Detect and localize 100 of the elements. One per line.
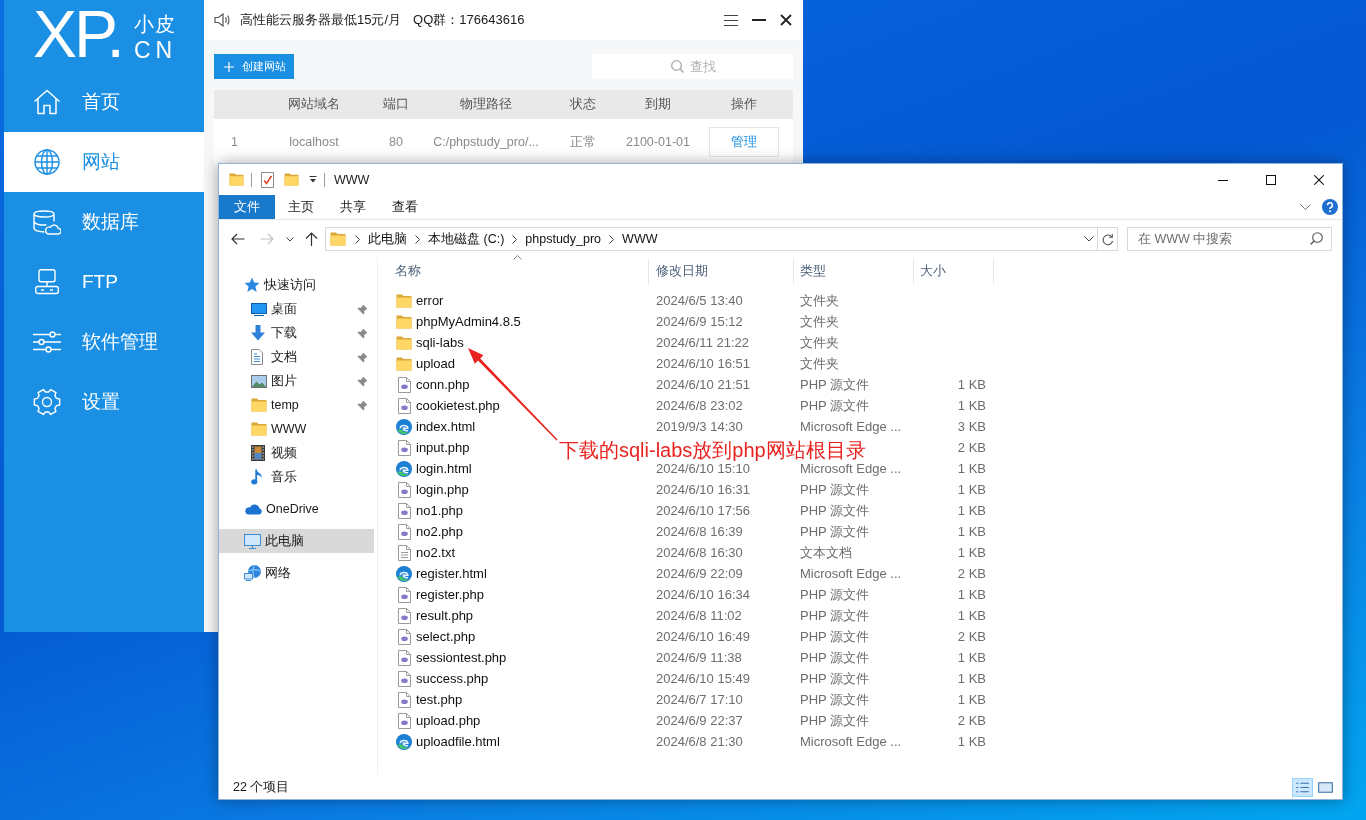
modified-date: 2024/6/10 17:56 (655, 503, 750, 518)
nav-pane-item[interactable]: 桌面 (219, 297, 374, 321)
search-field[interactable]: 查找 (592, 54, 793, 79)
file-size: 2 KB (957, 566, 987, 581)
menu-icon[interactable] (724, 14, 738, 26)
chevron-right-icon[interactable] (415, 234, 420, 244)
up-arrow-icon[interactable] (305, 232, 318, 246)
file-type: 文本文档 (799, 543, 852, 562)
file-name[interactable]: error (416, 293, 444, 308)
chevron-down-icon[interactable] (1300, 204, 1311, 210)
nav-pane-item[interactable]: temp (219, 393, 374, 417)
file-name[interactable]: no1.php (416, 503, 463, 518)
file-name[interactable]: upload.php (416, 713, 481, 728)
column-header: 物理路径 (460, 96, 512, 113)
picture-icon (251, 374, 267, 388)
file-type: PHP 源文件 (799, 522, 870, 541)
file-name[interactable]: login.php (416, 482, 469, 497)
nav-pane-item[interactable]: 图片 (219, 369, 374, 393)
nav-item[interactable]: 网站 (4, 132, 204, 192)
nav-pane-item[interactable]: 下载 (219, 321, 374, 345)
table-cell: 2100-01-01 (626, 135, 690, 149)
chevron-right-icon[interactable] (355, 234, 360, 244)
file-type: PHP 源文件 (799, 501, 870, 520)
folder-icon (396, 314, 412, 329)
file-name[interactable]: upload (416, 356, 456, 371)
address-bar[interactable]: 此电脑 本地磁盘 (C:) phpstudy_pro WWW (325, 227, 1098, 251)
chevron-right-icon[interactable] (609, 234, 615, 244)
file-name[interactable]: phpMyAdmin4.8.5 (416, 314, 521, 329)
php-file-icon (398, 607, 411, 624)
breadcrumb-item[interactable]: phpstudy_pro (525, 232, 602, 246)
php-file-icon (398, 586, 411, 603)
close-icon[interactable] (780, 14, 792, 26)
search-field[interactable]: 在 WWW 中搜索 (1127, 227, 1332, 251)
file-name[interactable]: result.php (416, 608, 474, 623)
file-type: PHP 源文件 (799, 627, 870, 646)
column-header: 端口 (383, 96, 409, 113)
breadcrumb-item[interactable]: 此电脑 (368, 230, 407, 248)
file-size: 1 KB (957, 608, 987, 623)
folder-icon (396, 335, 412, 350)
column-header[interactable]: 名称 (379, 259, 649, 284)
nav-pane-item[interactable]: 文档 (219, 345, 374, 369)
close-icon[interactable] (1314, 174, 1324, 185)
maximize-icon[interactable] (1266, 174, 1276, 185)
nav-pane-item[interactable]: WWW (219, 417, 374, 441)
file-name[interactable]: input.php (416, 440, 470, 455)
file-name[interactable]: no2.php (416, 524, 463, 539)
file-name[interactable]: select.php (416, 629, 476, 644)
nav-pane-item[interactable]: 快速访问 (219, 273, 374, 297)
back-arrow-icon[interactable] (231, 233, 245, 245)
ribbon-tab[interactable]: 主页 (275, 195, 327, 219)
file-name[interactable]: sqli-labs (416, 335, 464, 350)
ribbon-tab[interactable]: 查看 (379, 195, 431, 219)
browser-icon (396, 565, 412, 582)
file-size: 1 KB (957, 482, 987, 497)
folder-icon (396, 356, 412, 371)
file-name[interactable]: cookietest.php (416, 398, 500, 413)
file-type: 文件夹 (799, 312, 839, 331)
file-name[interactable]: sessiontest.php (416, 650, 507, 665)
details-view-icon[interactable] (1292, 777, 1313, 797)
column-header[interactable]: 类型 (794, 259, 914, 284)
file-type: 文件夹 (799, 354, 839, 373)
manage-button[interactable]: 管理 (708, 127, 779, 157)
file-size: 1 KB (957, 587, 987, 602)
modified-date: 2024/6/8 21:30 (655, 734, 743, 749)
modified-date: 2024/6/9 22:09 (655, 566, 743, 581)
nav-pane-item[interactable]: 音乐 (219, 465, 374, 489)
file-size: 1 KB (957, 671, 987, 686)
refresh-button[interactable] (1098, 227, 1118, 251)
properties-icon[interactable] (261, 171, 274, 188)
ribbon-tab[interactable]: 共享 (327, 195, 379, 219)
column-header[interactable]: 大小 (914, 259, 994, 284)
file-name[interactable]: uploadfile.html (416, 734, 500, 749)
modified-date: 2024/6/7 17:10 (655, 692, 743, 707)
breadcrumb-item[interactable]: WWW (622, 232, 658, 246)
modified-date: 2024/6/11 21:22 (655, 335, 749, 350)
nav-pane-item[interactable]: OneDrive (219, 497, 374, 521)
chevron-down-icon[interactable] (1084, 236, 1094, 242)
chevron-right-icon[interactable] (512, 234, 518, 244)
file-menu-button[interactable]: 文件 (219, 195, 275, 219)
file-name[interactable]: login.html (416, 461, 472, 476)
caret-icon[interactable] (309, 176, 317, 183)
file-size: 1 KB (957, 377, 987, 392)
help-icon[interactable] (1322, 199, 1338, 215)
file-name[interactable]: index.html (416, 419, 476, 434)
file-name[interactable]: register.html (416, 566, 487, 581)
file-size: 2 KB (957, 713, 987, 728)
chevron-down-icon[interactable] (286, 236, 294, 242)
file-name[interactable]: no2.txt (416, 545, 456, 560)
nav-pane-item[interactable]: 此电脑 (219, 529, 374, 553)
file-name[interactable]: register.php (416, 587, 484, 602)
window-title: WWW (334, 172, 370, 187)
column-header: 操作 (730, 96, 757, 113)
file-name[interactable]: test.php (416, 692, 463, 707)
nav-pane-item[interactable]: 视频 (219, 441, 374, 465)
file-type: Microsoft Edge ... (799, 734, 902, 749)
nav-pane-item[interactable]: 网络 (219, 561, 374, 585)
file-name[interactable]: conn.php (416, 377, 470, 392)
column-header[interactable]: 修改日期 (649, 259, 794, 284)
breadcrumb-item[interactable]: 本地磁盘 (C:) (428, 230, 505, 248)
file-name[interactable]: success.php (416, 671, 489, 686)
